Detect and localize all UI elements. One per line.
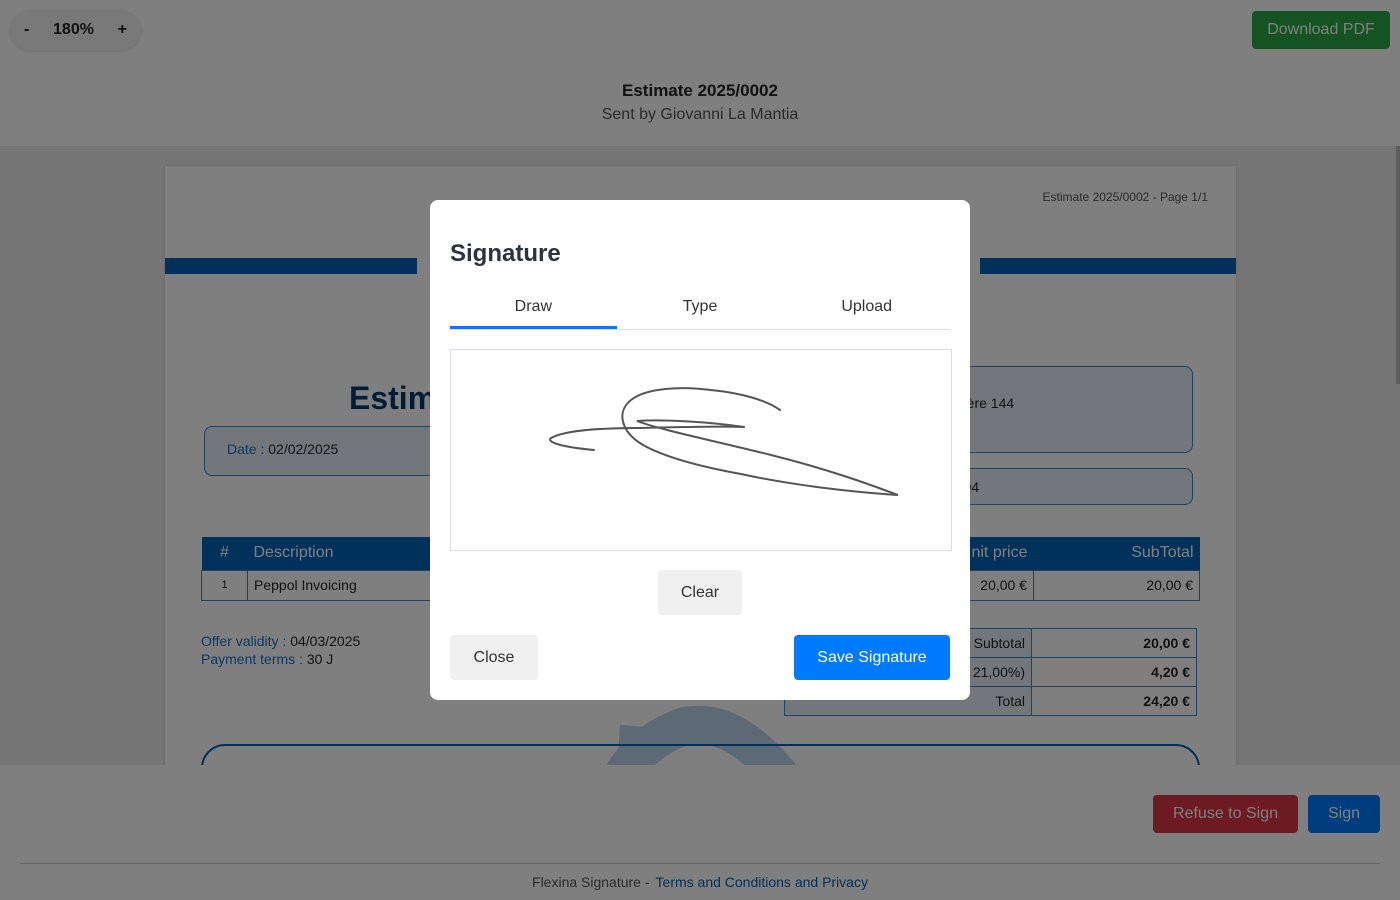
close-button[interactable]: Close — [450, 635, 538, 680]
modal-title: Signature — [450, 240, 561, 267]
tab-type[interactable]: Type — [617, 290, 784, 329]
tab-upload[interactable]: Upload — [783, 290, 950, 329]
drawn-signature — [549, 387, 899, 496]
signature-modal: Signature Draw Type Upload Clear Close S… — [430, 200, 970, 700]
tab-draw[interactable]: Draw — [450, 290, 617, 329]
signature-tabs: Draw Type Upload — [450, 290, 950, 330]
signature-canvas[interactable] — [450, 349, 952, 551]
clear-button[interactable]: Clear — [658, 570, 742, 615]
save-signature-button[interactable]: Save Signature — [794, 635, 950, 680]
